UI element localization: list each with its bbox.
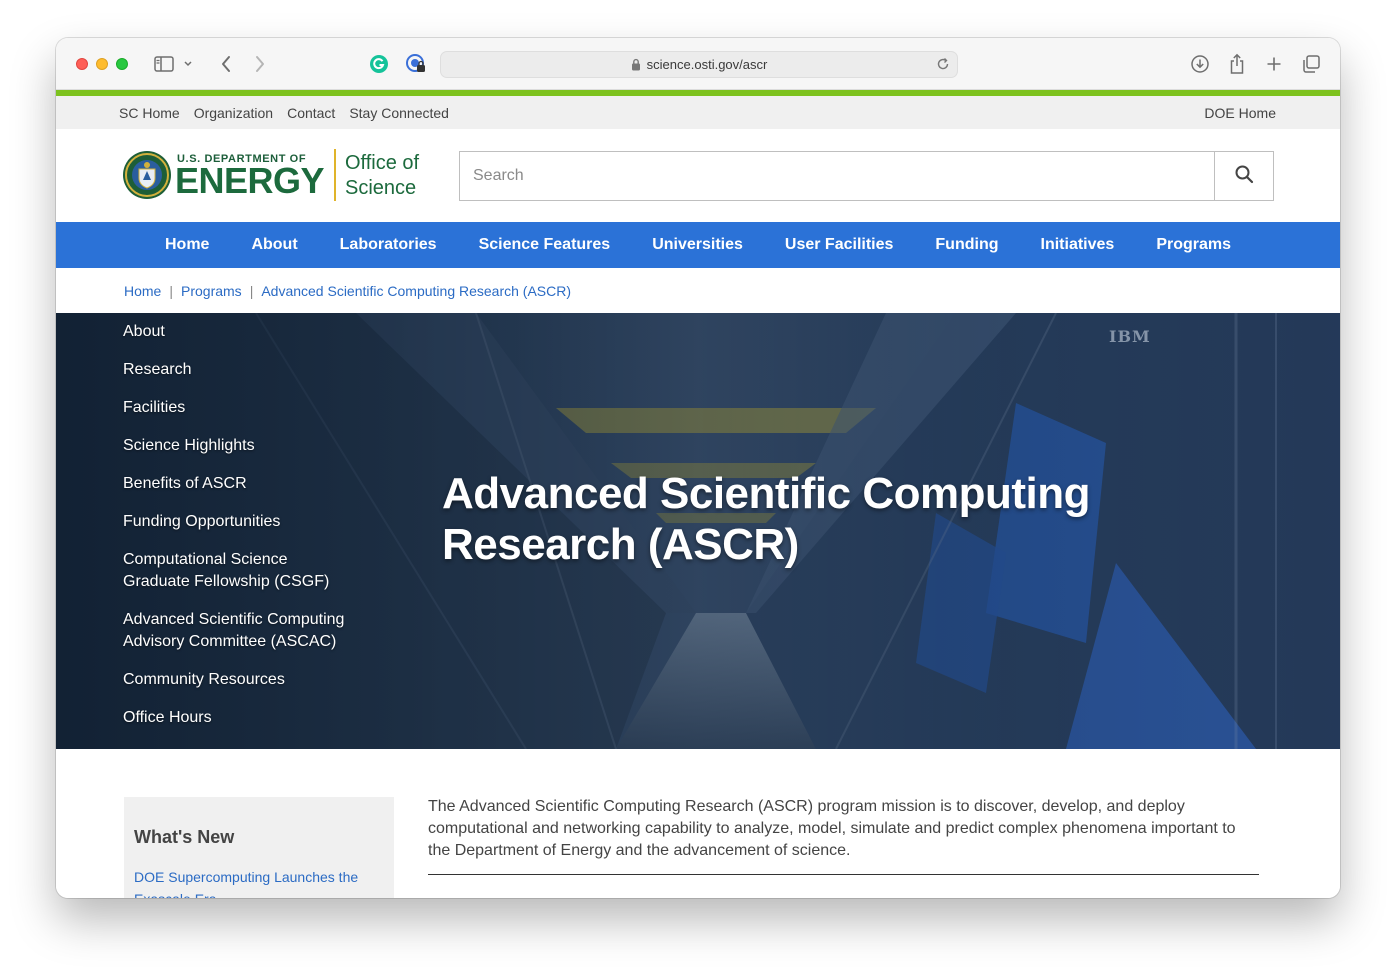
back-icon[interactable] (214, 52, 238, 76)
zoom-window-button[interactable] (116, 58, 128, 70)
nav-initiatives[interactable]: Initiatives (1020, 236, 1136, 254)
nav-universities[interactable]: Universities (631, 236, 764, 254)
browser-toolbar: science.osti.gov/ascr (56, 38, 1340, 90)
utility-link-organization[interactable]: Organization (194, 105, 273, 121)
mission-statement: The Advanced Scientific Computing Resear… (428, 798, 1236, 859)
doe-seal-icon[interactable] (122, 150, 172, 200)
whats-new-panel: What's New DOE Supercomputing Launches t… (124, 797, 394, 898)
utility-bar: SC Home Organization Contact Stay Connec… (56, 96, 1340, 129)
section-side-menu: About Research Facilities Science Highli… (123, 321, 423, 745)
site-search (459, 151, 1274, 201)
browser-window: science.osti.gov/ascr SC Home Organizati… (56, 38, 1340, 898)
side-menu-office-hours[interactable]: Office Hours (123, 707, 423, 729)
logo-office-of-science[interactable]: Office of Science (345, 151, 419, 201)
grammarly-icon[interactable] (367, 52, 391, 76)
nav-about[interactable]: About (230, 236, 318, 254)
content-divider (428, 874, 1259, 875)
address-bar[interactable]: science.osti.gov/ascr (440, 51, 958, 78)
nav-home[interactable]: Home (144, 236, 230, 254)
search-button[interactable] (1214, 152, 1273, 200)
close-window-button[interactable] (76, 58, 88, 70)
whats-new-heading: What's New (134, 827, 235, 847)
chevron-down-icon[interactable] (180, 52, 196, 76)
download-icon[interactable] (1188, 52, 1212, 76)
search-icon (1234, 164, 1254, 189)
utility-link-doe-home[interactable]: DOE Home (1204, 105, 1276, 121)
side-menu-ascac[interactable]: Advanced Scientific Computing Advisory C… (123, 609, 363, 653)
side-menu-community-resources[interactable]: Community Resources (123, 669, 423, 691)
breadcrumb-programs[interactable]: Programs (181, 283, 242, 299)
search-input[interactable] (460, 152, 1215, 200)
nav-programs[interactable]: Programs (1135, 236, 1252, 254)
side-menu-science-highlights[interactable]: Science Highlights (123, 435, 423, 457)
breadcrumb-home[interactable]: Home (124, 283, 161, 299)
main-nav: Home About Laboratories Science Features… (56, 222, 1340, 268)
nav-science-features[interactable]: Science Features (458, 236, 632, 254)
logo-divider (334, 149, 336, 201)
logo-office-line2: Science (345, 177, 417, 199)
main-content: What's New DOE Supercomputing Launches t… (56, 749, 1340, 898)
page-title-line1: Advanced Scientific Computing (442, 469, 1091, 518)
whats-new-link[interactable]: DOE Supercomputing Launches the Exascale… (134, 866, 384, 898)
minimize-window-button[interactable] (96, 58, 108, 70)
site-header: U.S. DEPARTMENT OF ENERGY Office of Scie… (56, 129, 1340, 222)
side-menu-funding-opportunities[interactable]: Funding Opportunities (123, 511, 423, 533)
nav-user-facilities[interactable]: User Facilities (764, 236, 915, 254)
sidebar-icon[interactable] (152, 52, 176, 76)
side-menu-about[interactable]: About (123, 321, 423, 343)
share-icon[interactable] (1225, 52, 1249, 76)
page-title-line2: Research (ASCR) (442, 520, 799, 569)
breadcrumb-current[interactable]: Advanced Scientific Computing Research (… (261, 283, 571, 299)
logo-office-line1: Office of (345, 152, 420, 174)
utility-link-stay-connected[interactable]: Stay Connected (349, 105, 449, 121)
tabs-overview-icon[interactable] (1299, 52, 1323, 76)
utility-link-sc-home[interactable]: SC Home (119, 105, 180, 121)
side-menu-csgf[interactable]: Computational Science Graduate Fellowshi… (123, 549, 353, 593)
password-icon[interactable] (404, 52, 428, 76)
side-menu-research[interactable]: Research (123, 359, 423, 381)
hero-banner: IBM About Research Facilities Science Hi… (56, 313, 1340, 749)
page-title: Advanced Scientific Computing Research (… (442, 468, 1142, 570)
utility-link-contact[interactable]: Contact (287, 105, 335, 121)
side-menu-facilities[interactable]: Facilities (123, 397, 423, 419)
breadcrumb-separator: | (169, 283, 173, 299)
reload-icon[interactable] (936, 57, 950, 74)
nav-laboratories[interactable]: Laboratories (319, 236, 458, 254)
side-menu-benefits[interactable]: Benefits of ASCR (123, 473, 423, 495)
logo-energy-text[interactable]: ENERGY (175, 160, 325, 202)
breadcrumb-separator: | (249, 283, 254, 299)
new-tab-icon[interactable] (1262, 52, 1286, 76)
breadcrumb: Home | Programs | Advanced Scientific Co… (124, 283, 571, 299)
url-text: science.osti.gov/ascr (646, 57, 768, 72)
ibm-mark: IBM (1109, 327, 1151, 346)
nav-funding[interactable]: Funding (914, 236, 1019, 254)
lock-icon (631, 58, 641, 71)
forward-icon[interactable] (248, 52, 272, 76)
